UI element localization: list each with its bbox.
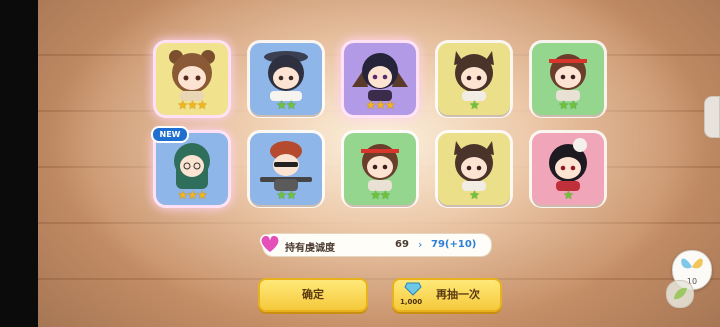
result-card-9[interactable]: ★ xyxy=(438,133,510,205)
affection-new-value: 79(+10) xyxy=(431,239,477,250)
draw-again-label: 再抽一次 xyxy=(436,288,480,301)
heart-gem-icon xyxy=(259,234,281,254)
rarity-stars: ★★★ xyxy=(365,98,395,112)
affection-old-value: 69 xyxy=(395,239,409,250)
side-panel-tab[interactable] xyxy=(704,96,720,138)
rarity-stars: ★★ xyxy=(370,188,391,202)
rarity-stars: ★★ xyxy=(558,98,579,112)
confirm-button-label: 确定 xyxy=(302,288,324,301)
gacha-result-screen: ★★★ ★★ ★★★ ★ ★★ NEW ★★★ ★★ ★★ ★ ★ 持有虔诚度 … xyxy=(0,0,720,327)
character-portrait-icon xyxy=(174,143,210,189)
result-card-6[interactable]: ★★★ xyxy=(156,133,228,205)
character-portrait-icon xyxy=(352,53,408,101)
rarity-stars: ★★ xyxy=(276,188,297,202)
character-portrait-icon xyxy=(454,141,494,191)
butterfly-icon xyxy=(681,258,703,269)
character-portrait-icon xyxy=(549,138,587,191)
rarity-stars: ★★★ xyxy=(177,188,207,202)
character-portrait-icon xyxy=(549,54,587,101)
result-card-10[interactable]: ★ xyxy=(532,133,604,205)
secondary-shortcut-button[interactable] xyxy=(666,280,694,308)
rarity-stars: ★ xyxy=(469,188,480,202)
character-portrait-icon xyxy=(264,51,308,101)
screen-edge-bar xyxy=(0,0,38,327)
rarity-stars: ★ xyxy=(563,188,574,202)
character-portrait-icon xyxy=(169,50,215,101)
gem-currency-icon xyxy=(404,282,422,296)
result-card-5[interactable]: ★★ xyxy=(532,43,604,115)
character-portrait-icon xyxy=(361,144,399,191)
result-card-2[interactable]: ★★ xyxy=(250,43,322,115)
new-badge: NEW xyxy=(151,126,189,143)
character-portrait-icon xyxy=(454,51,494,101)
draw-cost: 1,000 xyxy=(400,298,423,306)
rarity-stars: ★★ xyxy=(276,98,297,112)
result-card-8[interactable]: ★★ xyxy=(344,133,416,205)
result-card-3[interactable]: ★★★ xyxy=(344,43,416,115)
affection-progress-bar: 持有虔诚度 69 › 79(+10) xyxy=(259,233,492,257)
result-card-1[interactable]: ★★★ xyxy=(156,43,228,115)
confirm-button[interactable]: 确定 xyxy=(258,278,368,312)
character-portrait-icon xyxy=(260,141,312,191)
draw-again-button[interactable]: 1,000 再抽一次 xyxy=(392,278,502,312)
rarity-stars: ★ xyxy=(469,98,480,112)
leaf-icon xyxy=(674,287,687,300)
affection-label: 持有虔诚度 xyxy=(285,243,335,254)
rarity-stars: ★★★ xyxy=(177,98,207,112)
result-card-4[interactable]: ★ xyxy=(438,43,510,115)
arrow-right-icon: › xyxy=(418,238,423,251)
result-card-7[interactable]: ★★ xyxy=(250,133,322,205)
